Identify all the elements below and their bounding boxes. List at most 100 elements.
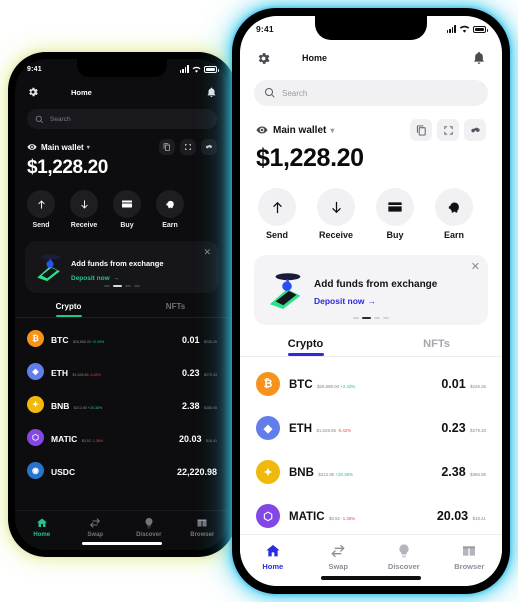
home-icon xyxy=(36,517,48,529)
screen-light: 9:41 Home Search Main wallet ▾ $1,228.20… xyxy=(240,16,502,586)
action-earn[interactable]: Earn xyxy=(435,188,473,240)
tab-nfts[interactable]: NFTs xyxy=(371,338,502,356)
wallet-name[interactable]: Main wallet xyxy=(273,125,326,136)
asset-amount: 20.03 xyxy=(179,433,202,444)
wifi-icon xyxy=(459,25,470,33)
tab-crypto[interactable]: Crypto xyxy=(15,302,122,317)
table-row[interactable]: ⬡ MATIC $0.52 -1.36% 20.03 $18.41 xyxy=(256,494,486,538)
asset-change: -1.36% xyxy=(341,516,356,521)
bell-icon[interactable] xyxy=(206,87,217,98)
close-icon[interactable]: ✕ xyxy=(203,248,211,257)
action-label: Receive xyxy=(70,222,98,229)
search-icon xyxy=(264,87,276,99)
wallet-name[interactable]: Main wallet xyxy=(41,143,84,152)
nav-discover[interactable]: Discover xyxy=(371,543,437,571)
asset-amount: 0.01 xyxy=(441,377,466,391)
nav-label: Swap xyxy=(87,532,104,538)
promo-banner[interactable]: Add funds from exchange Deposit now → ✕ xyxy=(25,241,219,293)
wallet-balance: $1,228.20 xyxy=(256,144,364,172)
nav-browser[interactable]: Browser xyxy=(176,517,230,538)
asset-symbol: BNB xyxy=(51,400,70,411)
connect-icon[interactable] xyxy=(464,119,486,141)
search-bar[interactable]: Search xyxy=(27,109,217,129)
asset-change: +2.43% xyxy=(91,339,105,344)
eye-icon[interactable] xyxy=(27,142,37,152)
copy-icon[interactable] xyxy=(159,139,175,155)
asset-usd: $226.25 xyxy=(204,339,217,344)
connect-icon[interactable] xyxy=(201,139,217,155)
phone-mockup-light: 9:41 Home Search Main wallet ▾ $1,228.20… xyxy=(232,8,510,594)
asset-symbol: MATIC xyxy=(289,511,325,523)
tab-crypto[interactable]: Crypto xyxy=(240,338,371,356)
table-row[interactable]: ✦ BNB $212.80 +20.38% 2.38 $366.95 xyxy=(27,388,217,421)
bell-icon[interactable] xyxy=(472,51,486,65)
table-row[interactable]: ◆ ETH $1,628.65 -0.42% 0.23 $279.33 xyxy=(256,406,486,450)
screen-dark: 9:41 Home Search Main wallet ▾ $1,228.20… xyxy=(15,59,229,550)
tab-divider xyxy=(15,317,229,318)
card-icon xyxy=(376,188,414,226)
chevron-down-icon[interactable]: ▾ xyxy=(87,144,90,151)
table-row[interactable]: ₿ BTC $26,685.00 +2.43% 0.01 $226.25 xyxy=(27,322,217,355)
action-buy[interactable]: Buy xyxy=(376,188,414,240)
tab-divider xyxy=(240,356,502,357)
home-icon xyxy=(265,543,281,559)
asset-usd: $226.25 xyxy=(470,384,486,389)
action-receive[interactable]: Receive xyxy=(317,188,355,240)
coin-icon: ✦ xyxy=(27,396,44,413)
piggy-bank-icon xyxy=(156,190,184,218)
action-earn[interactable]: Earn xyxy=(156,190,184,229)
table-row[interactable]: ◆ ETH $1,628.65 -0.42% 0.23 $279.33 xyxy=(27,355,217,388)
banner-illustration xyxy=(33,252,67,282)
nav-discover[interactable]: Discover xyxy=(122,517,176,538)
nav-browser[interactable]: Browser xyxy=(437,543,503,571)
asset-price: $26,685.00 +2.43% xyxy=(72,339,105,344)
tab-nfts[interactable]: NFTs xyxy=(122,302,229,317)
table-row[interactable]: ✦ BNB $212.80 +20.38% 2.38 $366.95 xyxy=(256,450,486,494)
banner-title: Add funds from exchange xyxy=(314,279,438,290)
coin-icon: ⬡ xyxy=(256,504,280,528)
home-indicator xyxy=(82,542,162,545)
banner-cta[interactable]: Deposit now → xyxy=(71,275,164,282)
status-bar: 9:41 xyxy=(15,59,229,79)
asset-amount: 0.01 xyxy=(182,334,200,345)
asset-usd: $18.41 xyxy=(472,516,486,521)
action-send[interactable]: Send xyxy=(258,188,296,240)
wifi-icon xyxy=(192,66,201,73)
arrow-up-icon xyxy=(258,188,296,226)
arrow-down-icon xyxy=(317,188,355,226)
table-row[interactable]: ◉ USDC 22,220.98 xyxy=(27,454,217,487)
action-buy[interactable]: Buy xyxy=(113,190,141,229)
nav-home[interactable]: Home xyxy=(15,517,69,538)
card-icon xyxy=(113,190,141,218)
page-title: Home xyxy=(302,53,328,63)
arrow-right-icon: → xyxy=(367,296,377,306)
eye-icon[interactable] xyxy=(256,124,268,136)
banner-cta[interactable]: Deposit now → xyxy=(314,296,437,306)
chevron-down-icon[interactable]: ▾ xyxy=(330,126,334,135)
action-send[interactable]: Send xyxy=(27,190,55,229)
promo-banner[interactable]: Add funds from exchange Deposit now → ✕ xyxy=(254,255,488,325)
copy-icon[interactable] xyxy=(410,119,432,141)
action-receive[interactable]: Receive xyxy=(70,190,98,229)
nav-swap[interactable]: Swap xyxy=(69,517,123,538)
wallet-selector-row: Main wallet ▾ xyxy=(256,119,486,141)
asset-price: $1,628.65 -0.42% xyxy=(72,372,101,377)
scan-icon[interactable] xyxy=(180,139,196,155)
battery-icon xyxy=(473,25,488,33)
nav-home[interactable]: Home xyxy=(240,543,306,571)
asset-change: -0.42% xyxy=(89,372,101,377)
asset-amount: 0.23 xyxy=(182,367,200,378)
asset-price: $0.52 -1.36% xyxy=(329,516,356,521)
asset-change: +20.38% xyxy=(335,472,353,477)
gear-icon[interactable] xyxy=(27,86,39,98)
swap-icon xyxy=(89,517,101,529)
search-bar[interactable]: Search xyxy=(254,80,488,106)
nav-swap[interactable]: Swap xyxy=(306,543,372,571)
table-row[interactable]: ⬡ MATIC $0.52 -1.36% 20.03 $18.41 xyxy=(27,421,217,454)
close-icon[interactable]: ✕ xyxy=(471,262,480,273)
nav-label: Discover xyxy=(136,532,162,538)
app-header: Home xyxy=(15,79,229,105)
table-row[interactable]: ₿ BTC $26,685.00 +2.43% 0.01 $226.25 xyxy=(256,362,486,406)
scan-icon[interactable] xyxy=(437,119,459,141)
gear-icon[interactable] xyxy=(256,51,271,66)
